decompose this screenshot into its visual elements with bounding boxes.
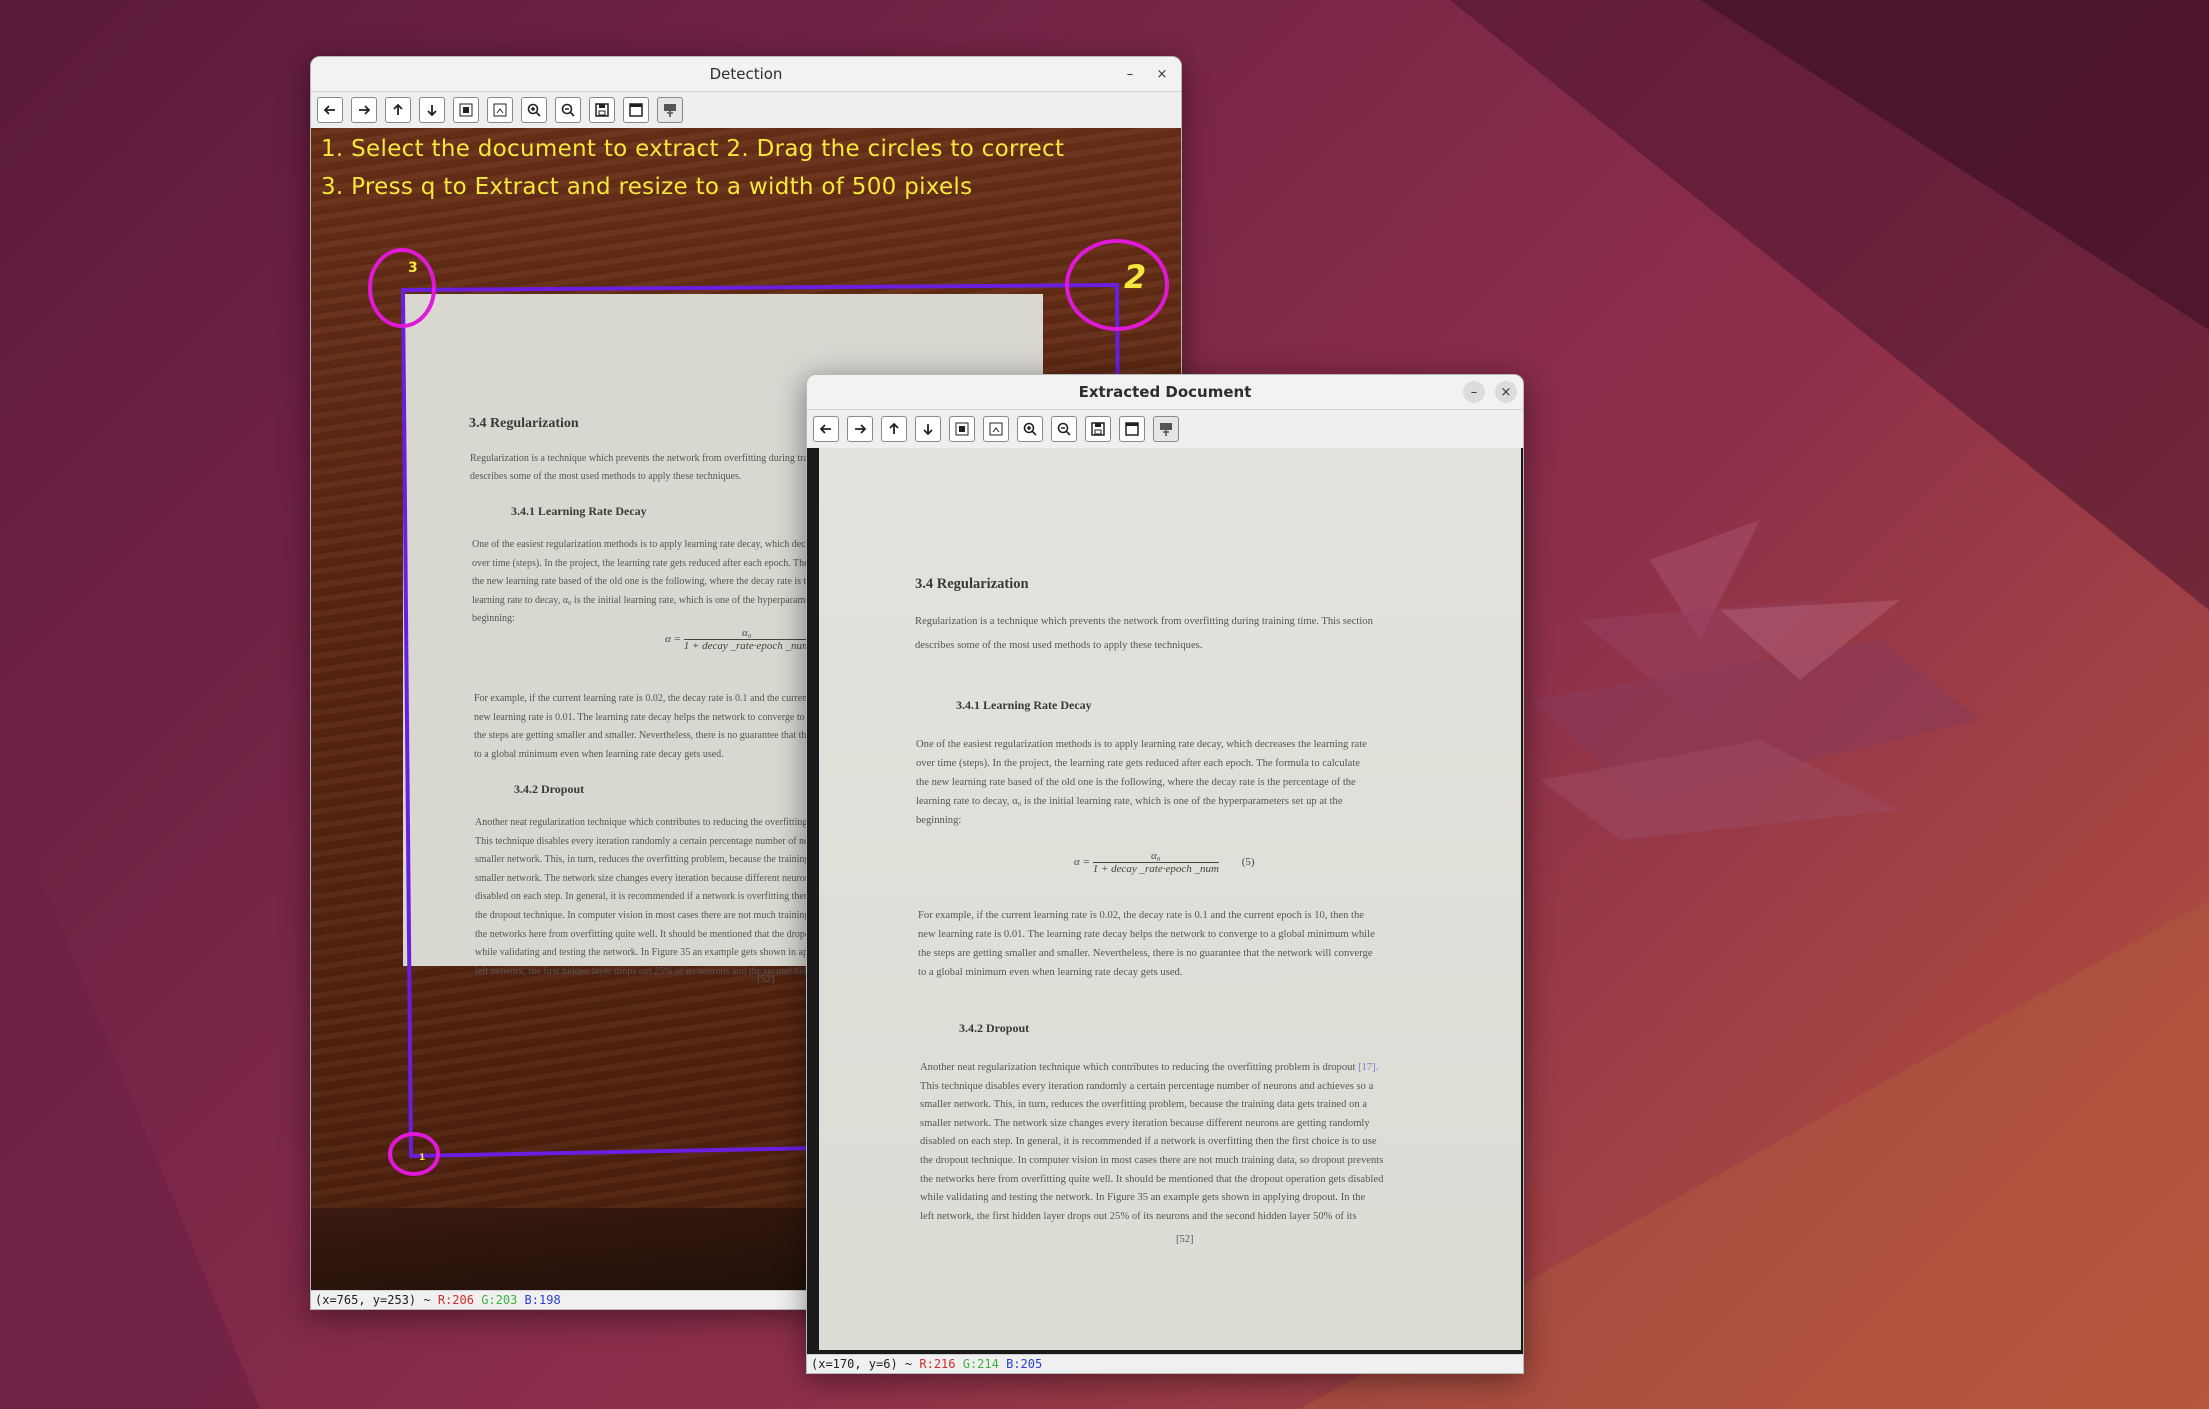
close-button[interactable]: ×: [1495, 381, 1517, 403]
zoom-fit-icon[interactable]: [949, 416, 975, 442]
status-blue: B:198: [524, 1293, 561, 1307]
zoom-out-icon[interactable]: [555, 97, 581, 123]
status-red: R:216: [919, 1357, 956, 1371]
doc-line: left network, the first hidden layer dro…: [920, 1210, 1357, 1222]
doc-line: new learning rate is 0.01. The learning …: [918, 929, 1375, 940]
doc-line: learning rate to decay, α₀ is the initia…: [916, 796, 1343, 807]
doc-line: the new learning rate based of the old o…: [916, 777, 1356, 788]
equation-numerator: α₀: [1092, 850, 1219, 863]
close-button[interactable]: ×: [1151, 63, 1173, 85]
doc-subheading-2: 3.4.2 Dropout: [959, 1021, 1030, 1035]
doc-heading: 3.4 Regularization: [915, 576, 1029, 592]
status-green: G:214: [962, 1357, 999, 1371]
doc-line: beginning:: [916, 815, 962, 826]
zoom-in-icon[interactable]: [1017, 416, 1043, 442]
doc-line: the networks here from overfitting quite…: [920, 1173, 1384, 1185]
zoom-out-icon[interactable]: [1051, 416, 1077, 442]
doc-line: to a global minimum even when learning r…: [918, 967, 1183, 978]
overlay-icon[interactable]: [1153, 416, 1179, 442]
citation-link[interactable]: [17].: [1358, 1062, 1378, 1073]
doc-line: over time (steps). In the project, the l…: [916, 758, 1360, 769]
zoom-fit-icon[interactable]: [453, 97, 479, 123]
corner-label-3: 3: [408, 260, 418, 276]
doc-line: Another neat regularization technique wh…: [920, 1059, 1383, 1078]
detection-toolbar: [311, 92, 1181, 129]
doc-line: smaller network. This, in turn, reduces …: [920, 1099, 1367, 1111]
properties-icon[interactable]: [623, 97, 649, 123]
extracted-statusbar: (x=170, y=6) ~ R:216 G:214 B:205: [807, 1354, 1523, 1373]
status-coords: (x=765, y=253) ~: [315, 1293, 438, 1307]
doc-subheading-1: 3.4.1 Learning Rate Decay: [956, 698, 1092, 712]
overlay-icon[interactable]: [657, 97, 683, 123]
doc-line: For example, if the current learning rat…: [918, 910, 1364, 921]
arrow-left-icon[interactable]: [317, 97, 343, 123]
doc-line: the dropout technique. In computer visio…: [920, 1154, 1384, 1166]
properties-icon[interactable]: [1119, 416, 1145, 442]
status-green: G:203: [481, 1293, 518, 1307]
doc-line: One of the easiest regularization method…: [916, 739, 1367, 750]
arrow-down-icon[interactable]: [419, 97, 445, 123]
doc-line: disabled on each step. In general, it is…: [920, 1136, 1377, 1148]
doc-intro-line: Regularization is a technique which prev…: [915, 616, 1373, 627]
arrow-right-icon[interactable]: [351, 97, 377, 123]
doc-page-number: [52]: [1176, 1234, 1194, 1245]
arrow-up-icon[interactable]: [385, 97, 411, 123]
equation-lhs: α =: [1074, 856, 1090, 869]
doc-line: while validating and testing the network…: [920, 1192, 1366, 1204]
save-icon[interactable]: [589, 97, 615, 123]
zoom-in-icon[interactable]: [521, 97, 547, 123]
arrow-right-icon[interactable]: [847, 416, 873, 442]
extracted-toolbar: [807, 410, 1523, 449]
arrow-up-icon[interactable]: [881, 416, 907, 442]
save-icon[interactable]: [1085, 416, 1111, 442]
status-blue: B:205: [1006, 1357, 1043, 1371]
corner-label-2: 2: [1124, 258, 1147, 296]
extracted-title: Extracted Document: [1078, 383, 1252, 401]
doc-line: the steps are getting smaller and smalle…: [918, 948, 1373, 959]
corner-label-1: 1: [419, 1153, 426, 1163]
zoom-original-icon[interactable]: [983, 416, 1009, 442]
extracted-image-canvas[interactable]: 3.4 Regularization Regularization is a t…: [807, 448, 1523, 1354]
doc-line-text: Another neat regularization technique wh…: [920, 1062, 1356, 1073]
status-coords: (x=170, y=6) ~: [811, 1357, 920, 1371]
doc-line: This technique disables every iteration …: [920, 1080, 1374, 1092]
equation-denominator: 1 + decay _rate·epoch _num: [1092, 863, 1219, 875]
status-red: R:206: [437, 1293, 474, 1307]
doc-intro-line: describes some of the most used methods …: [915, 639, 1203, 651]
detection-titlebar[interactable]: Detection – ×: [311, 57, 1181, 92]
detection-title: Detection: [709, 65, 783, 83]
extracted-titlebar[interactable]: Extracted Document – ×: [807, 375, 1523, 410]
minimize-button[interactable]: –: [1463, 381, 1485, 403]
extracted-window: Extracted Document – × 3.4 Regularizatio…: [806, 374, 1524, 1374]
equation-label: (5): [1241, 856, 1255, 869]
minimize-button[interactable]: –: [1119, 63, 1141, 85]
zoom-original-icon[interactable]: [487, 97, 513, 123]
arrow-down-icon[interactable]: [915, 416, 941, 442]
doc-equation: α = α₀ 1 + decay _rate·epoch _num (5): [1074, 850, 1255, 875]
doc-line: smaller network. The network size change…: [920, 1117, 1370, 1129]
extracted-paper: 3.4 Regularization Regularization is a t…: [819, 448, 1521, 1350]
arrow-left-icon[interactable]: [813, 416, 839, 442]
